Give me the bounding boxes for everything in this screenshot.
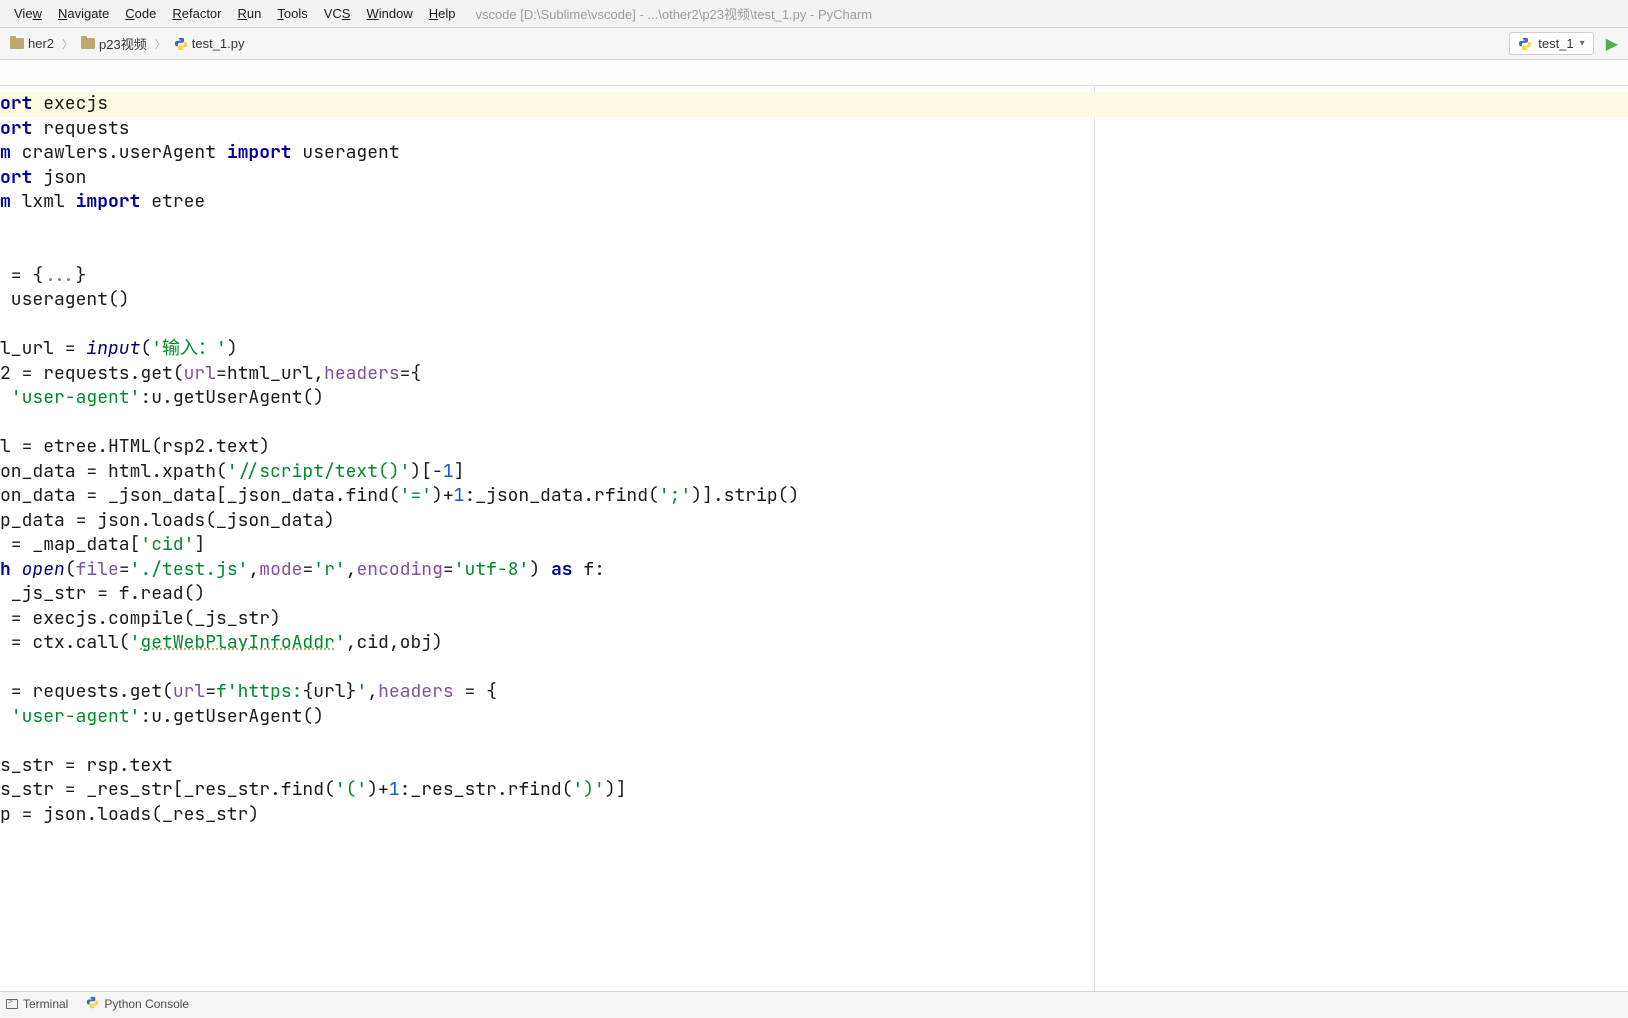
code-line: = execjs.compile(_js_str) [0,607,1628,632]
editor-area: ort execjsort requestsm crawlers.userAge… [0,86,1628,991]
run-config-selector[interactable]: test_1 ▾ [1509,32,1593,55]
terminal-icon [6,999,18,1009]
code-line [0,656,1628,681]
code-line [0,729,1628,754]
code-line: l = etree.HTML(rsp2.text) [0,435,1628,460]
python-console-tool-button[interactable]: Python Console [86,996,189,1012]
code-line: s_str = _res_str[_res_str.find('(')+1:_r… [0,778,1628,803]
terminal-label: Terminal [23,997,68,1011]
breadcrumb: her2〉p23视频〉test_1.py [6,32,249,55]
breadcrumb-item[interactable]: her2 [6,34,58,53]
code-line: = requests.get(url=f'https:{url}',header… [0,680,1628,705]
code-line: ort json [0,166,1628,191]
code-line: p_data = json.loads(_json_data) [0,509,1628,534]
editor-tab-strip [0,60,1628,86]
chevron-right-icon: 〉 [62,36,73,52]
code-line: m lxml import etree [0,190,1628,215]
code-line: = _map_data['cid'] [0,533,1628,558]
menu-code[interactable]: Code [117,4,164,23]
code-line: _js_str = f.read() [0,582,1628,607]
code-line: ort requests [0,117,1628,142]
folder-icon [10,38,24,49]
breadcrumb-label: test_1.py [192,36,245,51]
menu-window[interactable]: Window [358,4,420,23]
breadcrumb-item[interactable]: test_1.py [170,34,249,53]
breadcrumb-label: her2 [28,36,54,51]
run-button[interactable]: ▶ [1602,34,1622,54]
code-line: on_data = _json_data[_json_data.find('='… [0,484,1628,509]
python-icon [174,37,188,51]
tool-window-bar: Terminal Python Console [0,991,1628,1015]
menu-vcs[interactable]: VCS [316,4,359,23]
window-title: vscode [D:\Sublime\vscode] - ...\other2\… [475,4,872,23]
chevron-right-icon: 〉 [155,36,166,52]
python-console-label: Python Console [104,997,189,1011]
code-line: useragent() [0,288,1628,313]
run-config-label: test_1 [1538,36,1573,51]
menu-view[interactable]: View [6,4,50,23]
breadcrumb-item[interactable]: p23视频 [77,32,151,55]
code-line: = {...} [0,264,1628,289]
menu-tools[interactable]: Tools [269,4,315,23]
code-line: s_str = rsp.text [0,754,1628,779]
code-line: 2 = requests.get(url=html_url,headers={ [0,362,1628,387]
breadcrumb-label: p23视频 [99,34,147,53]
chevron-down-icon: ▾ [1580,38,1585,49]
code-line: 'user-agent':u.getUserAgent() [0,705,1628,730]
menu-help[interactable]: Help [421,4,464,23]
code-editor[interactable]: ort execjsort requestsm crawlers.userAge… [0,86,1628,991]
code-line: h open(file='./test.js',mode='r',encodin… [0,558,1628,583]
code-line: = ctx.call('getWebPlayInfoAddr',cid,obj) [0,631,1628,656]
menu-bar: ViewNavigateCodeRefactorRunToolsVCSWindo… [0,0,1628,28]
code-line: 'user-agent':u.getUserAgent() [0,386,1628,411]
menu-refactor[interactable]: Refactor [164,4,229,23]
menu-run[interactable]: Run [230,4,270,23]
code-line: l_url = input('输入：') [0,337,1628,362]
terminal-tool-button[interactable]: Terminal [6,997,68,1011]
python-icon [1518,37,1532,51]
toolbar-right: test_1 ▾ ▶ [1509,32,1622,55]
python-icon [86,996,99,1012]
code-line [0,239,1628,264]
code-line [0,411,1628,436]
menu-navigate[interactable]: Navigate [50,4,117,23]
folder-icon [81,38,95,49]
code-line: p = json.loads(_res_str) [0,803,1628,828]
code-line: ort execjs [0,92,1628,117]
code-line [0,215,1628,240]
code-line: m crawlers.userAgent import useragent [0,141,1628,166]
code-line [0,313,1628,338]
navigation-bar: her2〉p23视频〉test_1.py test_1 ▾ ▶ [0,28,1628,60]
code-line: on_data = html.xpath('//script/text()')[… [0,460,1628,485]
